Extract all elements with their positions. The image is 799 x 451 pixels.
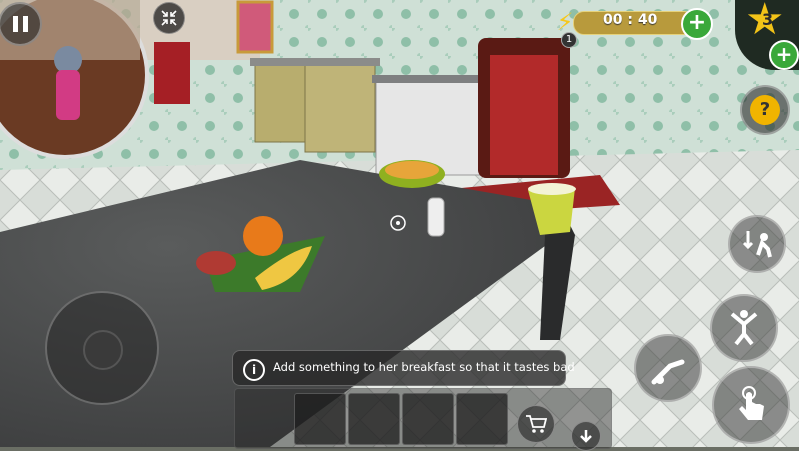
energy-count-badge: 1 — [561, 32, 577, 48]
down-arrow-icon — [580, 430, 592, 443]
shop-cart-button[interactable] — [517, 405, 555, 443]
hint-icon: ? — [750, 95, 780, 125]
jump-icon — [730, 310, 758, 346]
plus-icon: + — [775, 42, 793, 66]
hand-tap-icon — [739, 386, 764, 420]
crouch-button[interactable] — [728, 215, 786, 273]
throw-icon — [651, 359, 685, 385]
objective-text: Add something to her breakfast so that i… — [273, 360, 575, 374]
timer-text: 00 : 40 — [603, 12, 658, 28]
collapse-arrows-icon — [161, 10, 177, 26]
inventory-slot-2[interactable] — [348, 393, 400, 445]
interact-button[interactable] — [712, 366, 790, 444]
movement-joystick[interactable] — [45, 291, 159, 405]
cart-icon — [526, 415, 547, 433]
add-stars-button[interactable]: + — [769, 40, 799, 70]
jump-button[interactable] — [710, 294, 778, 362]
stars-count: 3 — [762, 10, 774, 29]
crouch-icon — [742, 231, 772, 258]
info-icon: i — [243, 359, 265, 381]
add-time-button[interactable]: + — [681, 8, 713, 40]
collapse-map-button[interactable] — [153, 2, 185, 34]
hint-button[interactable]: ? — [740, 85, 790, 135]
joystick-knob[interactable] — [83, 330, 123, 370]
inventory-slot-1[interactable] — [294, 393, 346, 445]
pause-icon — [12, 16, 28, 32]
plus-icon: + — [687, 10, 707, 35]
inventory-slot-4[interactable] — [456, 393, 508, 445]
timer-bar: ⚡ 00 : 40 1 + — [553, 8, 713, 48]
objective-banner: i Add something to her breakfast so that… — [232, 350, 575, 386]
pause-button[interactable] — [0, 2, 42, 46]
inventory-slot-3[interactable] — [402, 393, 454, 445]
throw-button[interactable] — [634, 334, 702, 402]
